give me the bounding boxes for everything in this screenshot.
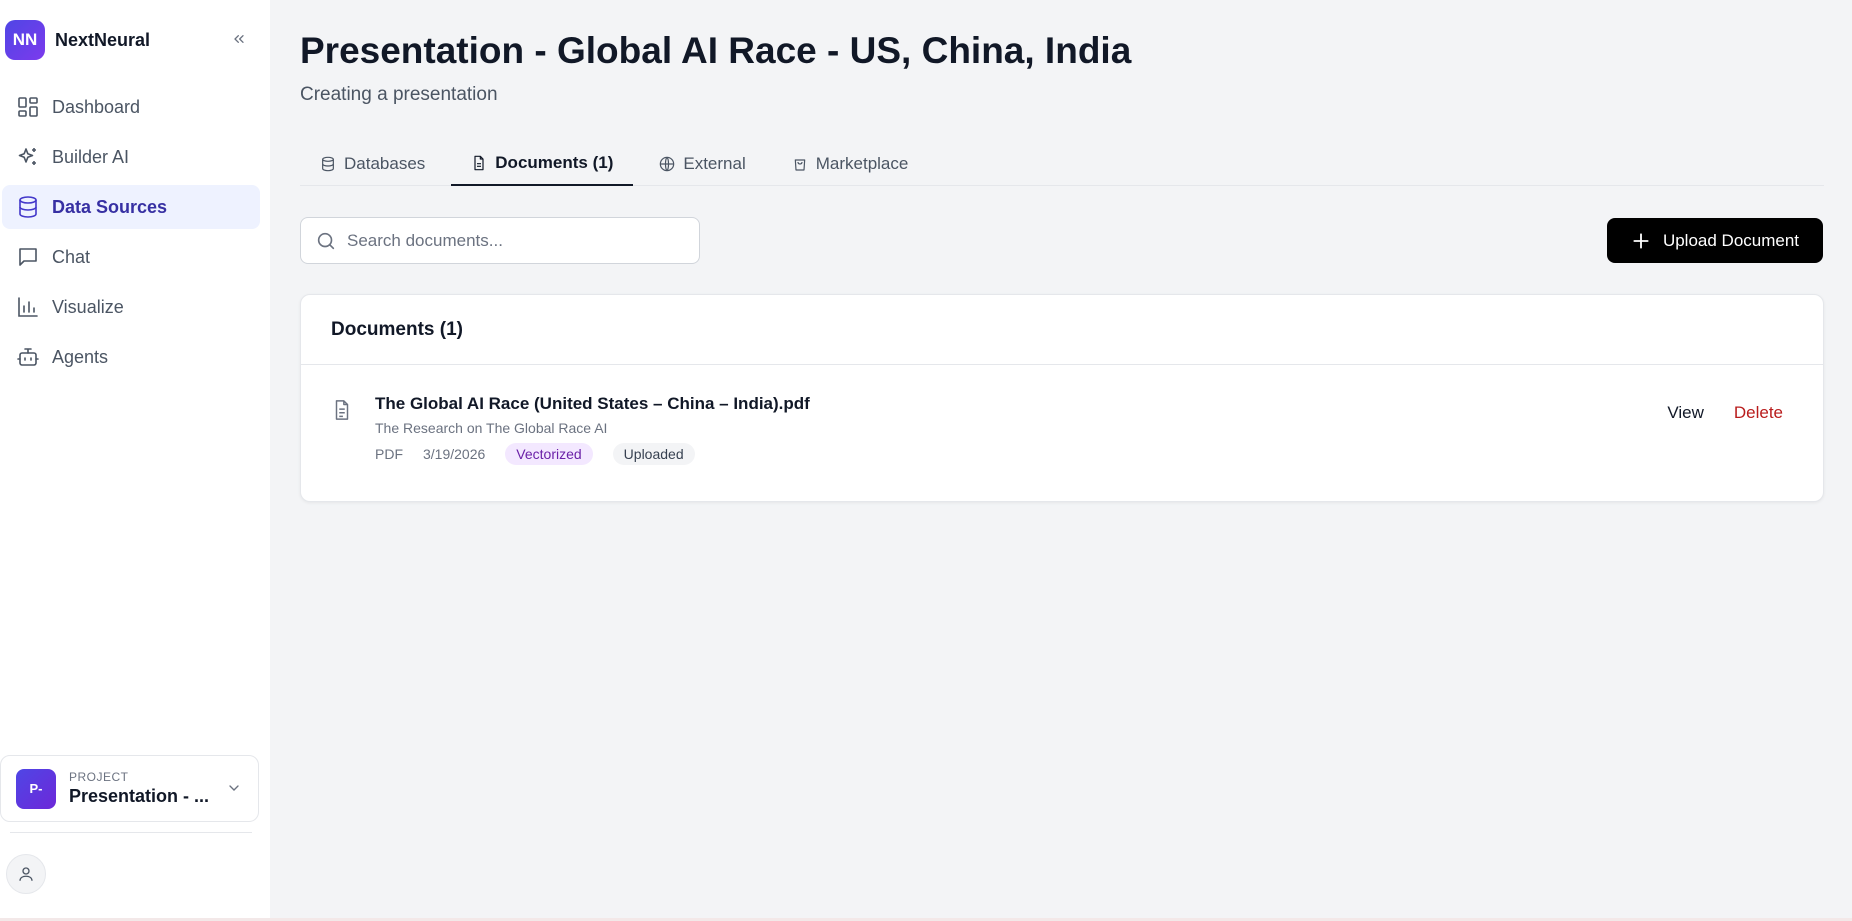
database-icon — [15, 194, 41, 220]
document-row: The Global AI Race (United States – Chin… — [301, 365, 1823, 502]
brand-name: NextNeural — [55, 29, 151, 50]
project-avatar: P- — [16, 768, 56, 809]
dashboard-icon — [15, 94, 41, 120]
sparkles-icon — [15, 144, 41, 170]
chevrons-left-icon — [234, 35, 244, 43]
user-avatar[interactable] — [6, 854, 46, 894]
document-type: PDF — [375, 446, 403, 462]
tab-bar: Databases Documents (1) External Marketp… — [300, 142, 1824, 186]
bar-chart-icon — [15, 294, 41, 320]
user-icon — [19, 867, 33, 881]
tab-external[interactable]: External — [639, 142, 765, 186]
uploaded-badge: Uploaded — [612, 443, 695, 465]
delete-document-button[interactable]: Delete — [1734, 403, 1783, 423]
file-icon — [471, 155, 487, 171]
tab-label: Databases — [344, 154, 426, 173]
sidebar-divider — [10, 832, 252, 833]
plus-icon — [1631, 231, 1651, 251]
database-icon — [320, 156, 336, 172]
search-input[interactable] — [347, 230, 677, 251]
sidebar-item-visualize[interactable]: Visualize — [2, 285, 260, 329]
project-info: PROJECT Presentation - ... — [69, 770, 209, 807]
documents-panel-header: Documents (1) — [301, 295, 1823, 365]
chevron-down-icon — [226, 780, 242, 801]
document-title[interactable]: The Global AI Race (United States – Chin… — [375, 394, 810, 414]
globe-icon — [659, 156, 675, 172]
document-actions: View Delete — [1667, 403, 1783, 423]
project-name: Presentation - ... — [69, 786, 210, 806]
sidebar-item-label: Builder AI — [52, 146, 130, 167]
project-switcher[interactable]: P- PROJECT Presentation - ... — [0, 755, 259, 822]
upload-document-button[interactable]: Upload Document — [1607, 218, 1823, 263]
sidebar-item-label: Chat — [52, 246, 91, 267]
bot-icon — [15, 344, 41, 370]
tab-label: Marketplace — [815, 154, 909, 173]
collapse-sidebar-button[interactable] — [228, 28, 250, 50]
main-content: Presentation - Global AI Race - US, Chin… — [270, 0, 1852, 921]
tab-label: External — [683, 154, 746, 173]
sidebar-item-agents[interactable]: Agents — [2, 335, 260, 379]
sidebar-item-dashboard[interactable]: Dashboard — [2, 85, 260, 129]
view-document-button[interactable]: View — [1667, 403, 1704, 423]
file-text-icon — [331, 398, 353, 427]
search-box — [300, 217, 700, 264]
upload-button-label: Upload Document — [1662, 230, 1800, 250]
sidebar-item-label: Dashboard — [52, 96, 141, 117]
sidebar-nav: Dashboard Builder AI Data Sources Chat V… — [0, 85, 270, 379]
sidebar-item-label: Data Sources — [52, 196, 168, 217]
page-title: Presentation - Global AI Race - US, Chin… — [300, 30, 1132, 71]
tab-databases[interactable]: Databases — [300, 142, 445, 186]
search-icon — [317, 232, 335, 249]
sidebar-item-chat[interactable]: Chat — [2, 235, 260, 279]
document-date: 3/19/2026 — [423, 446, 486, 462]
document-meta: PDF 3/19/2026 Vectorized Uploaded — [375, 443, 715, 465]
chat-icon — [15, 244, 41, 270]
sidebar-item-label: Visualize — [52, 296, 124, 317]
brand-logo: NN — [5, 20, 45, 60]
document-description: The Research on The Global Race AI — [375, 420, 608, 436]
shopping-bag-icon — [792, 156, 808, 172]
sidebar-item-label: Agents — [52, 346, 109, 367]
project-kicker: PROJECT — [69, 770, 129, 784]
tab-documents[interactable]: Documents (1) — [451, 142, 634, 186]
sidebar-item-builder-ai[interactable]: Builder AI — [2, 135, 260, 179]
tab-marketplace[interactable]: Marketplace — [772, 142, 929, 186]
tab-label: Documents (1) — [495, 153, 614, 172]
sidebar-item-data-sources[interactable]: Data Sources — [2, 185, 260, 229]
app-root: NN NextNeural Dashboard Builder AI Data … — [0, 0, 1852, 921]
page-subtitle: Creating a presentation — [300, 84, 498, 105]
vectorized-badge: Vectorized — [505, 443, 593, 465]
sidebar: NN NextNeural Dashboard Builder AI Data … — [0, 0, 270, 921]
documents-panel: Documents (1) The Global AI Race (United… — [300, 294, 1824, 502]
